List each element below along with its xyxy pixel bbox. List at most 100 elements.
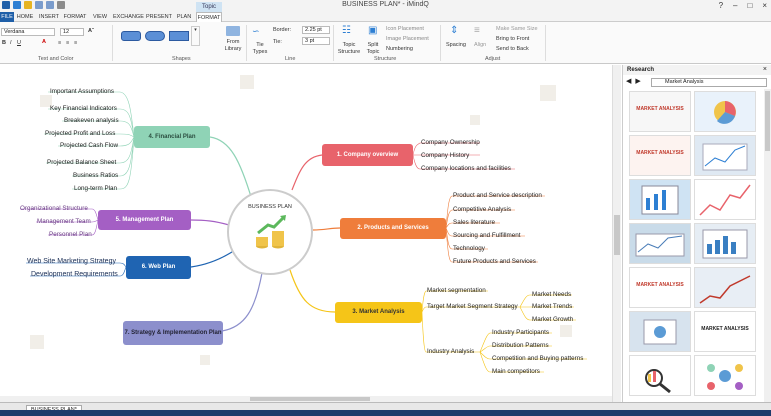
forward-icon[interactable]: ▶ (635, 77, 640, 85)
central-topic[interactable]: BUSINESS PLAN (227, 189, 313, 275)
topic-structure-button[interactable]: Topic Structure (336, 42, 362, 56)
subtopic[interactable]: Company History (421, 152, 469, 159)
spacing-button[interactable]: Spacing (446, 42, 466, 48)
make-same-size-button[interactable]: Make Same Size (496, 26, 538, 32)
numbering-button[interactable]: Numbering (386, 46, 413, 52)
subtopic[interactable]: Main competitors (492, 368, 540, 375)
library-icon[interactable] (226, 26, 240, 36)
back-icon[interactable]: ◀ (626, 77, 631, 85)
subtopic[interactable]: Company Ownership (421, 139, 480, 146)
result-image[interactable] (629, 223, 691, 264)
split-topic-button[interactable]: Split Topic (364, 42, 382, 56)
maximize-icon[interactable]: □ (747, 1, 752, 10)
result-image[interactable] (694, 223, 756, 264)
help-icon[interactable]: ? (719, 1, 723, 10)
align-button[interactable]: Align (474, 42, 486, 48)
result-image[interactable] (694, 267, 756, 308)
topic-management-plan[interactable]: 5. Management Plan (98, 210, 191, 230)
subtopic[interactable]: Market Growth (532, 316, 573, 323)
close-icon[interactable]: × (762, 1, 767, 10)
topic-products-services[interactable]: 2. Products and Services (340, 218, 446, 239)
tab-exchange[interactable]: EXCHANGE (113, 12, 144, 22)
tie-types-button[interactable]: Tie Types (249, 42, 271, 56)
subtopic[interactable]: Company locations and facilities (421, 165, 511, 172)
tab-insert[interactable]: INSERT (38, 12, 60, 22)
shapes-more-icon[interactable]: ▾ (191, 26, 200, 46)
subtopic[interactable]: Technology (453, 245, 485, 252)
scrollbar-thumb[interactable] (765, 91, 770, 151)
result-image[interactable] (629, 179, 691, 220)
subtopic[interactable]: Management Team (37, 218, 91, 225)
tab-present[interactable]: PRESENT (146, 12, 172, 22)
subtopic[interactable]: Target Market Segment Strategy (427, 303, 518, 310)
split-topic-icon[interactable]: ▣ (368, 25, 377, 36)
topic-market-analysis[interactable]: 3. Market Analysis (335, 302, 422, 323)
subtopic[interactable]: Competitive Analysis (453, 206, 511, 213)
minimize-icon[interactable]: – (733, 1, 737, 10)
tab-plan[interactable]: PLAN (175, 12, 193, 22)
subtopic[interactable]: Sourcing and Fulfillment (453, 232, 521, 239)
subtopic[interactable]: Market segmentation (427, 287, 486, 294)
subtopic[interactable]: Breakeven analysis (64, 117, 119, 124)
subtopic[interactable]: Projected Profit and Loss (45, 130, 115, 137)
research-search-input[interactable]: Market Analysis (651, 78, 767, 87)
result-image[interactable]: MARKET ANALYSIS (629, 135, 691, 176)
result-image[interactable]: MARKET ANALYSIS (629, 267, 691, 308)
subtopic[interactable]: Business Ratios (73, 172, 118, 179)
research-scrollbar[interactable] (764, 89, 771, 402)
result-image[interactable] (694, 91, 756, 132)
subtopic[interactable]: Key Financial Indicators (50, 105, 117, 112)
result-image[interactable] (629, 311, 691, 352)
subtopic[interactable]: Personnel Plan (49, 231, 92, 238)
mind-map-canvas[interactable]: BUSINESS PLAN 1. Company overview 2. Pro… (0, 65, 612, 402)
subtopic[interactable]: Web Site Marketing Strategy (27, 258, 116, 265)
subtopic[interactable]: Long-term Plan (74, 185, 117, 192)
bring-to-front-button[interactable]: Bring to Front (496, 36, 529, 42)
subtopic[interactable]: Industry Participants (492, 329, 549, 336)
align-center-icon[interactable]: ≡ (66, 40, 69, 46)
result-image[interactable]: MARKET ANALYSIS (694, 311, 756, 352)
tab-file[interactable]: FILE (0, 12, 14, 22)
subtopic[interactable]: Projected Balance Sheet (47, 159, 116, 166)
tab-format[interactable]: FORMAT (63, 12, 87, 22)
subtopic[interactable]: Organizational Structure (20, 205, 88, 212)
subtopic[interactable]: Future Products and Services (453, 258, 536, 265)
font-family-select[interactable]: Verdana (1, 28, 55, 36)
result-image[interactable] (694, 355, 756, 396)
italic-icon[interactable]: I (10, 40, 12, 46)
topic-structure-icon[interactable]: ☷ (342, 25, 351, 36)
subtopic[interactable]: Product and Service description (453, 192, 542, 199)
subtopic[interactable]: Development Requirements (31, 271, 118, 278)
shape-rect[interactable] (169, 31, 189, 41)
topic-company-overview[interactable]: 1. Company overview (322, 144, 413, 166)
subtopic[interactable]: Sales literature (453, 219, 495, 226)
bold-icon[interactable]: B (2, 40, 6, 46)
send-to-back-button[interactable]: Send to Back (496, 46, 529, 52)
from-library-button[interactable]: From Library (222, 39, 244, 53)
subtopic[interactable]: Distribution Patterns (492, 342, 549, 349)
align-icon[interactable]: ≡ (474, 25, 480, 36)
topic-web-plan[interactable]: 6. Web Plan (126, 256, 191, 279)
topic-strategy-implementation[interactable]: 7. Strategy & Implementation Plan (123, 321, 223, 345)
font-color-icon[interactable]: A (42, 39, 46, 45)
scrollbar-thumb[interactable] (614, 215, 620, 255)
tie-width-input[interactable]: 3 pt (302, 37, 330, 45)
tab-view[interactable]: VIEW (91, 12, 109, 22)
shape-rounded-rect[interactable] (121, 31, 141, 41)
align-right-icon[interactable]: ≡ (74, 40, 77, 46)
subtopic[interactable]: Market Needs (532, 291, 571, 298)
tie-types-icon[interactable]: ∽ (252, 26, 260, 37)
spacing-icon[interactable]: ⇕ (450, 25, 458, 36)
close-panel-icon[interactable]: × (763, 66, 767, 73)
font-grow-icon[interactable]: Aˆ (88, 28, 94, 34)
font-size-select[interactable]: 12 (60, 28, 84, 36)
border-width-input[interactable]: 2.25 pt (302, 26, 330, 34)
result-image[interactable]: MARKET ANALYSIS (629, 91, 691, 132)
subtopic[interactable]: Projected Cash Flow (60, 142, 118, 149)
icon-placement-button[interactable]: Icon Placement (386, 26, 424, 32)
result-image[interactable] (694, 179, 756, 220)
shape-pill[interactable] (145, 31, 165, 41)
topic-financial-plan[interactable]: 4. Financial Plan (134, 126, 210, 148)
scrollbar-thumb[interactable] (250, 397, 370, 401)
underline-icon[interactable]: U (17, 40, 21, 46)
